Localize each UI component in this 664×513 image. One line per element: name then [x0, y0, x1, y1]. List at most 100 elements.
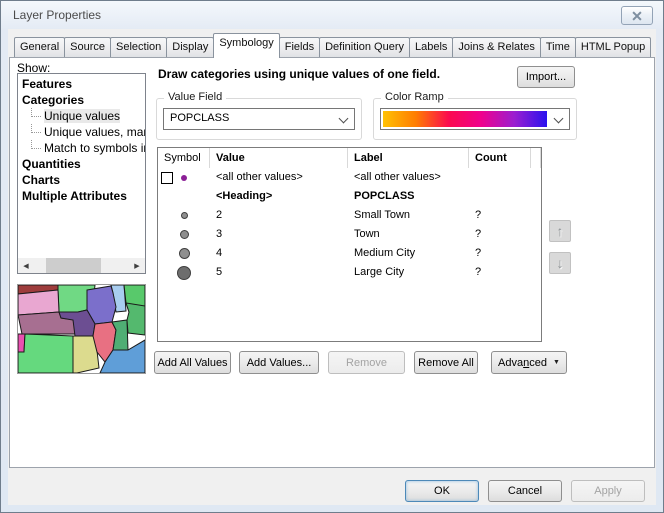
tree-item-label: Quantities	[22, 157, 81, 171]
tree-horizontal-scrollbar[interactable]: ◀ ▶	[18, 258, 145, 273]
value-field-groupbox: Value Field POPCLASS	[156, 98, 362, 140]
advanced-button[interactable]: Advanced▼	[491, 351, 567, 374]
show-tree-item-quantities[interactable]: Quantities	[18, 156, 145, 172]
tree-item-label: Features	[22, 77, 72, 91]
show-tree-item-unique-values[interactable]: Unique values	[18, 108, 145, 124]
tab-time[interactable]: Time	[540, 37, 576, 57]
tab-labels[interactable]: Labels	[409, 37, 453, 57]
scroll-right-icon[interactable]: ▶	[129, 258, 145, 273]
scroll-left-icon[interactable]: ◀	[18, 258, 34, 273]
tab-display[interactable]: Display	[166, 37, 214, 57]
chevron-down-icon	[554, 114, 564, 124]
table-row[interactable]: 4Medium City?	[158, 244, 541, 263]
count-cell: ?	[469, 244, 531, 263]
tab-source[interactable]: Source	[64, 37, 111, 57]
label-cell: Large City	[348, 263, 469, 282]
label-cell: <all other values>	[348, 168, 469, 187]
show-tree-item-unique-values-many[interactable]: Unique values, many	[18, 124, 145, 140]
symbol-cell[interactable]	[158, 225, 210, 244]
table-row[interactable]: 3Town?	[158, 225, 541, 244]
row-spacer	[531, 225, 541, 244]
table-row[interactable]: <Heading>POPCLASS	[158, 187, 541, 206]
tree-item-label: Unique values, many	[44, 125, 145, 139]
table-row[interactable]: 2Small Town?	[158, 206, 541, 225]
color-ramp-label: Color Ramp	[381, 91, 448, 103]
value-field-selected: POPCLASS	[170, 112, 229, 124]
value-cell: 3	[210, 225, 348, 244]
button-label: ced	[529, 357, 547, 369]
row-spacer	[531, 187, 541, 206]
point-symbol[interactable]	[179, 248, 190, 259]
method-description: Draw categories using unique values of o…	[158, 67, 440, 81]
value-cell: <all other values>	[210, 168, 348, 187]
show-tree-item-multiple-attributes[interactable]: Multiple Attributes	[18, 188, 145, 204]
cancel-button[interactable]: Cancel	[488, 480, 562, 502]
point-symbol[interactable]	[177, 266, 191, 280]
tab-selection[interactable]: Selection	[110, 37, 167, 57]
symbology-tab-page: Show: FeaturesCategoriesUnique valuesUni…	[9, 57, 655, 468]
scrollbar-thumb[interactable]	[46, 258, 101, 273]
map-preview-image	[18, 285, 145, 373]
ok-button[interactable]: OK	[405, 480, 479, 502]
color-ramp-swatch	[383, 111, 547, 127]
layer-properties-dialog: Layer Properties GeneralSourceSelectionD…	[0, 0, 664, 513]
symbol-cell[interactable]	[158, 206, 210, 225]
arrow-up-icon: ↑	[557, 223, 564, 239]
add-values-button[interactable]: Add Values...	[239, 351, 319, 374]
titlebar[interactable]: Layer Properties	[1, 1, 663, 29]
symbol-cell[interactable]	[158, 244, 210, 263]
scrollbar-track[interactable]	[34, 258, 129, 273]
symbol-cell[interactable]	[158, 263, 210, 282]
table-body: <all other values><all other values><Hea…	[158, 168, 541, 282]
show-tree-item-categories[interactable]: Categories	[18, 92, 145, 108]
window-title: Layer Properties	[13, 8, 101, 22]
point-symbol[interactable]	[181, 175, 187, 181]
tab-bar: GeneralSourceSelectionDisplaySymbologyFi…	[14, 33, 651, 57]
value-field-dropdown[interactable]: POPCLASS	[163, 108, 355, 130]
column-header-value[interactable]: Value	[210, 148, 348, 168]
column-header-count[interactable]: Count	[469, 148, 531, 168]
table-row[interactable]: 5Large City?	[158, 263, 541, 282]
row-spacer	[531, 168, 541, 187]
show-tree-item-features[interactable]: Features	[18, 76, 145, 92]
import-button[interactable]: Import...	[517, 66, 575, 88]
show-tree-item-charts[interactable]: Charts	[18, 172, 145, 188]
map-region-state-green-bottomleft	[18, 334, 73, 373]
close-icon	[622, 7, 652, 24]
dialog-client-area: GeneralSourceSelectionDisplaySymbologyFi…	[8, 29, 656, 505]
close-button[interactable]	[621, 6, 653, 25]
show-tree: FeaturesCategoriesUnique valuesUnique va…	[17, 73, 146, 274]
arrow-down-icon: ↓	[557, 255, 564, 271]
tab-general[interactable]: General	[14, 37, 65, 57]
button-label: Adva	[498, 357, 523, 369]
color-ramp-dropdown[interactable]	[380, 108, 570, 130]
map-region-state-pink	[18, 290, 59, 315]
point-symbol[interactable]	[180, 230, 189, 239]
tab-definition-query[interactable]: Definition Query	[319, 37, 410, 57]
tree-branch-icon	[31, 108, 41, 117]
tab-joins-relates[interactable]: Joins & Relates	[452, 37, 540, 57]
column-header-symbol[interactable]: Symbol	[158, 148, 210, 168]
tree-item-label: Charts	[22, 173, 60, 187]
apply-button: Apply	[571, 480, 645, 502]
symbol-cell	[158, 187, 210, 206]
remove-all-button[interactable]: Remove All	[414, 351, 478, 374]
value-field-label: Value Field	[164, 91, 226, 103]
label-cell: Town	[348, 225, 469, 244]
all-other-values-checkbox[interactable]	[161, 172, 173, 184]
table-row[interactable]: <all other values><all other values>	[158, 168, 541, 187]
tree-item-label: Match to symbols in a	[44, 141, 145, 155]
tab-symbology[interactable]: Symbology	[213, 33, 279, 58]
tab-fields[interactable]: Fields	[279, 37, 320, 57]
add-all-values-button[interactable]: Add All Values	[154, 351, 231, 374]
point-symbol[interactable]	[181, 212, 188, 219]
tab-html-popup[interactable]: HTML Popup	[575, 37, 651, 57]
count-cell	[469, 187, 531, 206]
table-header: Symbol Value Label Count	[158, 148, 541, 168]
row-spacer	[531, 206, 541, 225]
count-cell	[469, 168, 531, 187]
column-header-label[interactable]: Label	[348, 148, 469, 168]
chevron-down-icon	[339, 114, 349, 124]
symbol-cell[interactable]	[158, 168, 210, 187]
show-tree-item-match-to-symbols-in-a[interactable]: Match to symbols in a	[18, 140, 145, 156]
